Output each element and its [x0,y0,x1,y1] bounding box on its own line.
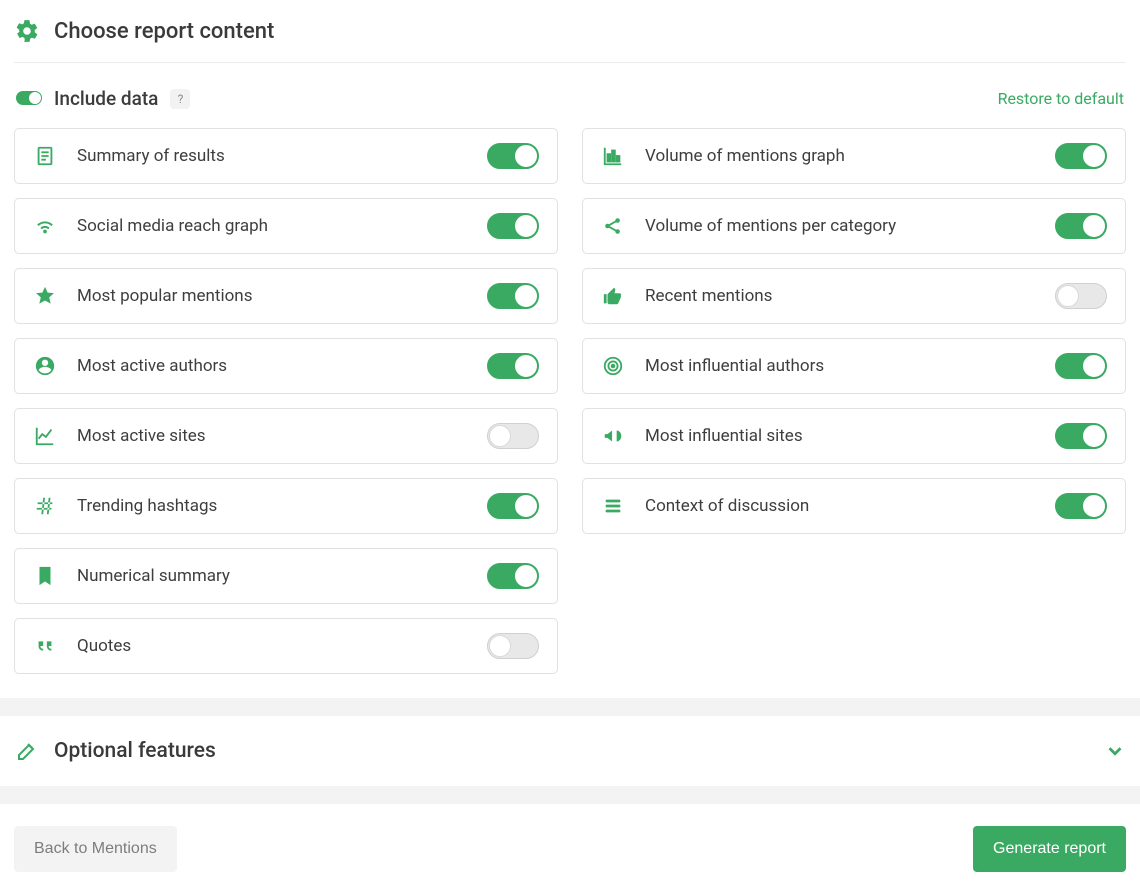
option-toggle[interactable] [1055,353,1107,379]
user-circle-icon [33,354,57,378]
gear-icon [14,18,40,44]
include-data-label: Include data [54,87,158,110]
thumbs-up-icon [601,284,625,308]
option-toggle[interactable] [487,283,539,309]
option-card: Trending hashtags [14,478,558,534]
generate-report-button[interactable]: Generate report [973,826,1126,872]
bookmark-icon [33,564,57,588]
option-toggle[interactable] [487,563,539,589]
wifi-icon [33,214,57,238]
option-card: Context of discussion [582,478,1126,534]
option-toggle[interactable] [487,143,539,169]
optional-features-bar[interactable]: Optional features [0,716,1140,786]
option-toggle[interactable] [1055,493,1107,519]
option-toggle[interactable] [487,493,539,519]
line-chart-icon [33,424,57,448]
help-icon[interactable]: ? [170,89,190,109]
option-label: Most popular mentions [77,286,467,306]
option-label: Most influential authors [645,356,1035,376]
option-label: Trending hashtags [77,496,467,516]
restore-default-link[interactable]: Restore to default [998,89,1124,108]
document-icon [33,144,57,168]
option-toggle[interactable] [1055,213,1107,239]
bullhorn-icon [601,424,625,448]
option-card: Summary of results [14,128,558,184]
quote-icon [33,634,57,658]
edit-icon [14,738,40,764]
share-icon [601,214,625,238]
section-header: Choose report content [14,18,1126,63]
section-title: Choose report content [54,19,274,44]
chevron-down-icon [1104,740,1126,762]
bar-chart-icon [601,144,625,168]
option-label: Volume of mentions graph [645,146,1035,166]
option-label: Numerical summary [77,566,467,586]
option-label: Summary of results [77,146,467,166]
option-label: Social media reach graph [77,216,467,236]
footer: Back to Mentions Generate report [0,804,1140,894]
left-column: Summary of results Social media reach gra… [14,128,558,674]
option-card: Most popular mentions [14,268,558,324]
option-toggle[interactable] [487,353,539,379]
option-card: Quotes [14,618,558,674]
option-label: Most active authors [77,356,467,376]
optional-features-title: Optional features [54,739,216,763]
option-toggle[interactable] [487,633,539,659]
include-data-toggle[interactable] [16,91,42,105]
option-toggle[interactable] [487,423,539,449]
option-card: Social media reach graph [14,198,558,254]
right-column: Volume of mentions graph Volume of mentio… [582,128,1126,674]
option-toggle[interactable] [1055,423,1107,449]
back-button[interactable]: Back to Mentions [14,826,177,872]
option-label: Most active sites [77,426,467,446]
list-icon [601,494,625,518]
option-label: Quotes [77,636,467,656]
target-icon [601,354,625,378]
option-card: Volume of mentions per category [582,198,1126,254]
option-label: Most influential sites [645,426,1035,446]
option-card: Most influential sites [582,408,1126,464]
option-card: Most active sites [14,408,558,464]
option-card: Most active authors [14,338,558,394]
option-toggle[interactable] [487,213,539,239]
option-toggle[interactable] [1055,283,1107,309]
option-card: Volume of mentions graph [582,128,1126,184]
option-card: Numerical summary [14,548,558,604]
option-toggle[interactable] [1055,143,1107,169]
option-label: Context of discussion [645,496,1035,516]
option-card: Recent mentions [582,268,1126,324]
option-card: Most influential authors [582,338,1126,394]
star-icon [33,284,57,308]
option-label: Recent mentions [645,286,1035,306]
hashtag-icon [33,494,57,518]
option-label: Volume of mentions per category [645,216,1035,236]
